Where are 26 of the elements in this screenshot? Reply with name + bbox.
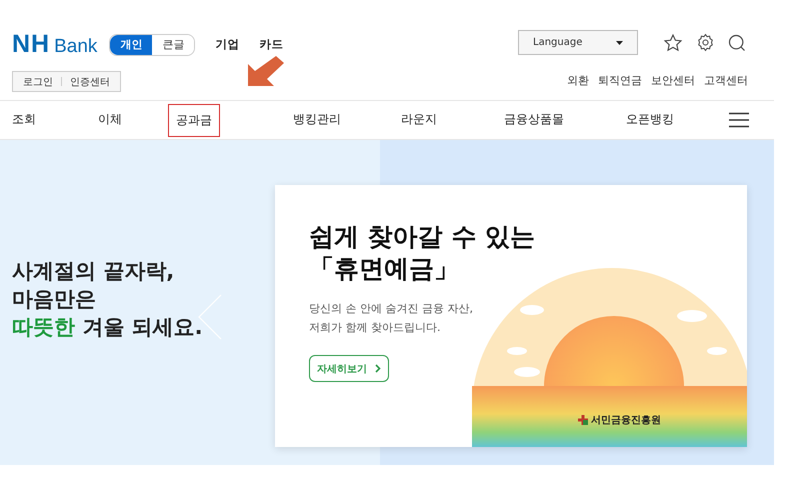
promo-description: 당신의 손 안에 숨겨진 금융 자산, 저희가 함께 찾아드립니다. bbox=[309, 301, 474, 336]
utility-link[interactable]: 외환 bbox=[567, 73, 589, 88]
chevron-right-icon bbox=[375, 364, 381, 373]
promo-title: 쉽게 찾아갈 수 있는 「휴면예금」 bbox=[309, 221, 536, 285]
auth-link[interactable]: 로그인 bbox=[23, 74, 53, 88]
auth-link[interactable]: 인증센터 bbox=[70, 74, 110, 88]
sponsor-logo: 서민금융진흥원 bbox=[577, 413, 661, 427]
star-icon[interactable] bbox=[662, 32, 684, 54]
language-select[interactable]: Language bbox=[518, 30, 638, 55]
utility-link[interactable]: 보안센터 bbox=[651, 73, 695, 88]
nav-item[interactable]: 오픈뱅킹 bbox=[626, 104, 674, 136]
hero-headline: 사계절의 끝자락, 마음만은 따뜻한 겨울 되세요. bbox=[12, 258, 203, 340]
nav-item[interactable]: 조회 bbox=[12, 104, 36, 136]
segment-link[interactable]: 기업 bbox=[215, 37, 240, 52]
utility-link[interactable]: 퇴직연금 bbox=[598, 73, 642, 88]
utility-link[interactable]: 고객센터 bbox=[704, 73, 748, 88]
details-button[interactable]: 자세히보기 bbox=[309, 355, 389, 382]
nh-bank-logo[interactable]: NH Bank bbox=[12, 30, 98, 59]
nav-item[interactable]: 이체 bbox=[98, 104, 122, 136]
dropdown-caret-icon bbox=[616, 40, 623, 44]
nav-item[interactable]: 라운지 bbox=[401, 104, 437, 136]
nav-item[interactable]: 공과금 bbox=[168, 104, 220, 136]
mode-tab[interactable]: 개인 bbox=[110, 34, 152, 54]
nav-item[interactable]: 금융상품몰 bbox=[504, 104, 564, 136]
segment-link[interactable]: 카드 bbox=[259, 37, 284, 52]
nav-item[interactable]: 뱅킹관리 bbox=[293, 104, 341, 136]
